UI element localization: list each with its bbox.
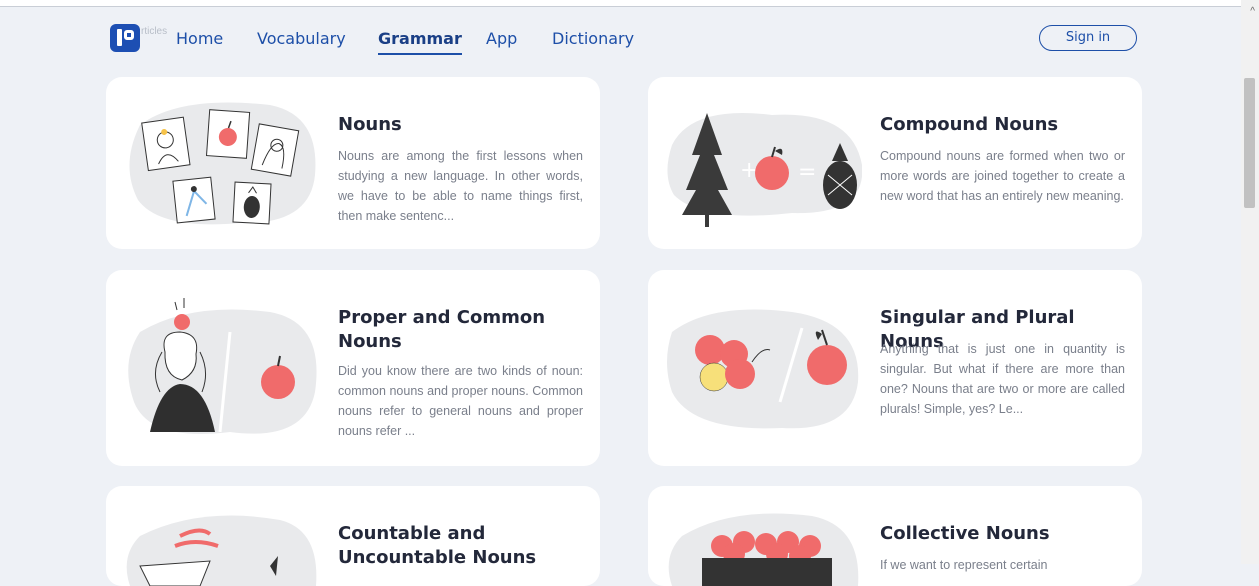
lesson-card-collective-nouns[interactable]: Collective Nouns If we want to represent… [648,486,1142,586]
countable-uncountable-illustration [126,515,317,586]
proper-common-nouns-illustration [128,298,317,434]
lesson-card-singular-plural-nouns[interactable]: Singular and Plural Nouns Anything that … [648,270,1142,466]
lesson-card-nouns[interactable]: Nouns Nouns are among the first lessons … [106,77,600,249]
collective-nouns-illustration [668,513,859,586]
singular-plural-nouns-illustration [667,309,859,429]
scroll-up-arrow-icon[interactable]: ^ [1250,7,1255,17]
card-description: Did you know there are two kinds of noun… [338,364,583,438]
card-title[interactable]: Compound Nouns [880,113,1125,137]
card-title[interactable]: Collective Nouns [880,522,1125,546]
nav-grammar[interactable]: Grammar [378,29,462,55]
lesson-card-proper-common-nouns[interactable]: Proper and Common Nouns Did you know the… [106,270,600,466]
sign-in-button[interactable]: Sign in [1039,25,1137,51]
nouns-illustration [129,102,316,225]
card-title[interactable]: Countable and Uncountable Nouns [338,522,583,570]
page-scrollbar[interactable]: ^ [1241,0,1259,564]
card-description: Nouns are among the first lessons when s… [338,149,583,223]
card-description: Compound nouns are formed when two or mo… [880,149,1125,203]
svg-text:=: = [798,160,816,185]
lesson-card-compound-nouns[interactable]: + = Compound Nouns Compound nouns are fo… [648,77,1142,249]
lesson-card-countable-uncountable-nouns[interactable]: Countable and Uncountable Nouns [106,486,600,586]
nav-app[interactable]: App [486,29,517,48]
logo-text: rticles [141,26,168,37]
browser-top-edge [0,0,1259,7]
nav-home[interactable]: Home [176,29,223,48]
nav-vocabulary[interactable]: Vocabulary [257,29,346,48]
top-navigation: rticles Home Vocabulary Grammar App Dict… [110,24,1140,55]
card-title[interactable]: Nouns [338,113,583,137]
card-description: Anything that is just one in quantity is… [880,342,1125,416]
card-description: If we want to represent certain [880,558,1048,572]
site-logo[interactable] [110,24,140,52]
card-title[interactable]: Proper and Common Nouns [338,306,583,354]
compound-nouns-illustration: + = [667,113,862,227]
nav-dictionary[interactable]: Dictionary [552,29,634,48]
scroll-thumb[interactable] [1244,78,1255,208]
